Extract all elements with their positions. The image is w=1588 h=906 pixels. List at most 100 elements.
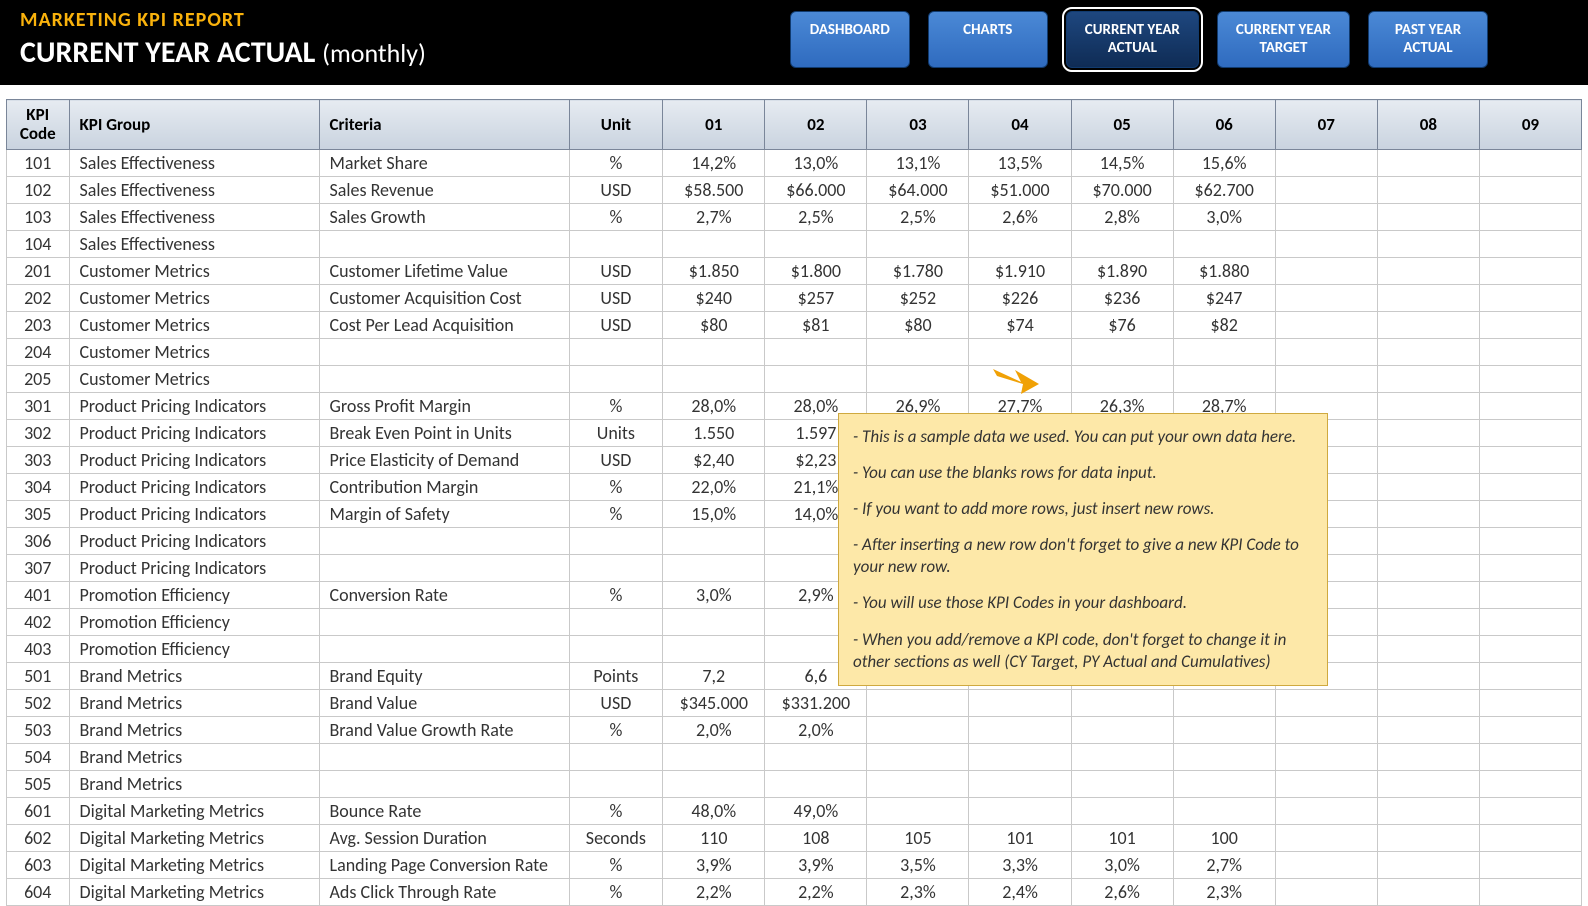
cell[interactable]: Brand Value Growth Rate bbox=[319, 717, 569, 744]
cell[interactable] bbox=[569, 609, 663, 636]
cell[interactable] bbox=[1071, 771, 1173, 798]
cell[interactable] bbox=[1479, 258, 1581, 285]
col-header-11[interactable]: 08 bbox=[1377, 100, 1479, 150]
cell[interactable]: 301 bbox=[7, 393, 70, 420]
cell[interactable] bbox=[1377, 312, 1479, 339]
cell[interactable] bbox=[1479, 771, 1581, 798]
cell[interactable] bbox=[569, 771, 663, 798]
cell[interactable]: Brand Metrics bbox=[69, 717, 319, 744]
cell[interactable]: 100 bbox=[1173, 825, 1275, 852]
cell[interactable]: 503 bbox=[7, 717, 70, 744]
cell[interactable]: Digital Marketing Metrics bbox=[69, 879, 319, 906]
cell[interactable] bbox=[1479, 393, 1581, 420]
cell[interactable]: 201 bbox=[7, 258, 70, 285]
cell[interactable]: $331.200 bbox=[765, 690, 867, 717]
cell[interactable]: 3,0% bbox=[663, 582, 765, 609]
cell[interactable]: 102 bbox=[7, 177, 70, 204]
cell[interactable] bbox=[663, 339, 765, 366]
cell[interactable] bbox=[1377, 825, 1479, 852]
cell[interactable]: Digital Marketing Metrics bbox=[69, 798, 319, 825]
cell[interactable]: 403 bbox=[7, 636, 70, 663]
cell[interactable]: $80 bbox=[867, 312, 969, 339]
cell[interactable]: 402 bbox=[7, 609, 70, 636]
cell[interactable]: % bbox=[569, 798, 663, 825]
cell[interactable]: Landing Page Conversion Rate bbox=[319, 852, 569, 879]
cell[interactable]: USD bbox=[569, 690, 663, 717]
cell[interactable]: 302 bbox=[7, 420, 70, 447]
cell[interactable]: $66.000 bbox=[765, 177, 867, 204]
cell[interactable] bbox=[1377, 285, 1479, 312]
cell[interactable] bbox=[1479, 177, 1581, 204]
cell[interactable] bbox=[1173, 339, 1275, 366]
cell[interactable]: Customer Metrics bbox=[69, 258, 319, 285]
cell[interactable] bbox=[969, 231, 1071, 258]
nav-button-2[interactable]: CURRENT YEARACTUAL bbox=[1066, 11, 1199, 68]
cell[interactable] bbox=[319, 366, 569, 393]
cell[interactable] bbox=[1275, 231, 1377, 258]
cell[interactable]: Product Pricing Indicators bbox=[69, 474, 319, 501]
cell[interactable]: USD bbox=[569, 447, 663, 474]
cell[interactable] bbox=[569, 339, 663, 366]
cell[interactable]: 602 bbox=[7, 825, 70, 852]
cell[interactable]: % bbox=[569, 852, 663, 879]
cell[interactable] bbox=[1377, 420, 1479, 447]
cell[interactable]: Customer Metrics bbox=[69, 339, 319, 366]
cell[interactable]: $252 bbox=[867, 285, 969, 312]
cell[interactable]: 2,3% bbox=[867, 879, 969, 906]
cell[interactable]: Gross Profit Margin bbox=[319, 393, 569, 420]
cell[interactable] bbox=[663, 366, 765, 393]
cell[interactable]: Units bbox=[569, 420, 663, 447]
cell[interactable]: 3,9% bbox=[765, 852, 867, 879]
cell[interactable] bbox=[1479, 555, 1581, 582]
col-header-2[interactable]: Criteria bbox=[319, 100, 569, 150]
cell[interactable]: 104 bbox=[7, 231, 70, 258]
cell[interactable] bbox=[1377, 852, 1479, 879]
cell[interactable]: 502 bbox=[7, 690, 70, 717]
cell[interactable]: Product Pricing Indicators bbox=[69, 393, 319, 420]
cell[interactable]: 2,0% bbox=[765, 717, 867, 744]
cell[interactable] bbox=[1275, 825, 1377, 852]
cell[interactable] bbox=[765, 366, 867, 393]
cell[interactable] bbox=[1479, 825, 1581, 852]
col-header-7[interactable]: 04 bbox=[969, 100, 1071, 150]
cell[interactable]: Promotion Efficiency bbox=[69, 582, 319, 609]
cell[interactable]: 401 bbox=[7, 582, 70, 609]
cell[interactable] bbox=[319, 555, 569, 582]
cell[interactable]: % bbox=[569, 150, 663, 177]
cell[interactable] bbox=[1479, 204, 1581, 231]
cell[interactable]: 303 bbox=[7, 447, 70, 474]
cell[interactable]: USD bbox=[569, 312, 663, 339]
cell[interactable]: $1.850 bbox=[663, 258, 765, 285]
cell[interactable] bbox=[1173, 744, 1275, 771]
cell[interactable]: 2,7% bbox=[663, 204, 765, 231]
cell[interactable]: 202 bbox=[7, 285, 70, 312]
cell[interactable] bbox=[1275, 879, 1377, 906]
cell[interactable] bbox=[1377, 528, 1479, 555]
cell[interactable] bbox=[867, 339, 969, 366]
cell[interactable]: 501 bbox=[7, 663, 70, 690]
cell[interactable] bbox=[1173, 771, 1275, 798]
cell[interactable] bbox=[1173, 366, 1275, 393]
col-header-10[interactable]: 07 bbox=[1275, 100, 1377, 150]
cell[interactable] bbox=[663, 555, 765, 582]
cell[interactable] bbox=[569, 528, 663, 555]
cell[interactable] bbox=[1377, 636, 1479, 663]
cell[interactable] bbox=[765, 231, 867, 258]
cell[interactable]: 2,6% bbox=[969, 204, 1071, 231]
cell[interactable]: 13,1% bbox=[867, 150, 969, 177]
cell[interactable] bbox=[1479, 312, 1581, 339]
cell[interactable]: Promotion Efficiency bbox=[69, 636, 319, 663]
cell[interactable]: Customer Metrics bbox=[69, 312, 319, 339]
cell[interactable] bbox=[1275, 285, 1377, 312]
cell[interactable]: Brand Metrics bbox=[69, 744, 319, 771]
cell[interactable]: 601 bbox=[7, 798, 70, 825]
cell[interactable] bbox=[1377, 231, 1479, 258]
cell[interactable] bbox=[1377, 744, 1479, 771]
cell[interactable] bbox=[1173, 798, 1275, 825]
cell[interactable] bbox=[1173, 690, 1275, 717]
col-header-3[interactable]: Unit bbox=[569, 100, 663, 150]
nav-button-3[interactable]: CURRENT YEARTARGET bbox=[1217, 11, 1350, 68]
cell[interactable] bbox=[1377, 663, 1479, 690]
cell[interactable] bbox=[663, 231, 765, 258]
cell[interactable]: Sales Effectiveness bbox=[69, 231, 319, 258]
